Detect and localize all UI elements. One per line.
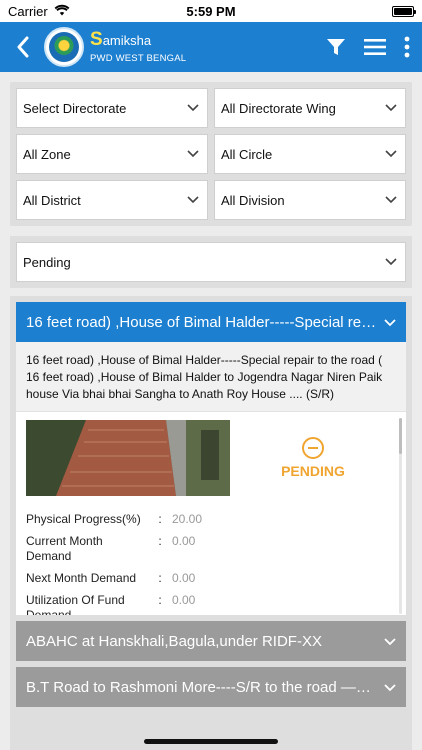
district-select[interactable]: All District [16,180,208,220]
stat-label: Next Month Demand [26,571,137,585]
stat-row: Utilization Of Fund Demand : 0.00 [26,593,396,615]
status-filter-panel: Pending [10,236,412,288]
filter-button[interactable] [326,38,346,56]
chevron-down-icon [384,679,396,696]
home-indicator [144,739,278,744]
minus-circle-icon [302,437,324,459]
status-bar: Carrier 5:59 PM [0,0,422,22]
back-button[interactable] [10,27,36,67]
project-detail-card: PENDING Physical Progress(%) : 20.00 Cur… [16,411,406,615]
stat-value: 0.00 [172,534,196,548]
project-title: 16 feet road) ,House of Bimal Halder----… [26,313,377,331]
project-stats: Physical Progress(%) : 20.00 Current Mon… [26,512,396,615]
brand-subtitle: PWD WEST BENGAL [90,53,187,65]
directorate-select[interactable]: Select Directorate [16,88,208,128]
filter-icon [327,39,345,55]
back-arrow-icon [17,36,29,58]
chevron-down-icon [385,196,397,204]
stat-row: Current Month Demand : 0.00 [26,534,196,563]
more-vertical-icon [404,36,410,58]
project-title: B.T Road to Rashmoni More----S/R to the … [26,678,371,696]
chevron-down-icon [384,633,396,650]
stat-value: 20.00 [172,512,203,526]
directorate-select-value: Select Directorate [23,100,127,116]
chevron-down-icon [385,104,397,112]
circle-select[interactable]: All Circle [214,134,406,174]
status-select[interactable]: Pending [16,242,406,282]
stat-row: Next Month Demand : 0.00 [26,571,196,585]
brand-letter: S [90,29,103,51]
app-header: S amiksha PWD WEST BENGAL [0,22,422,72]
chevron-down-icon [187,104,199,112]
stat-value: 0.00 [172,571,196,585]
project-description: 16 feet road) ,House of Bimal Halder----… [16,342,406,411]
status-label: PENDING [281,463,345,479]
status-select-value: Pending [23,254,71,270]
status-left: Carrier [8,4,70,19]
chevron-down-icon [385,258,397,266]
project-photo[interactable] [26,420,230,496]
stat-row: Physical Progress(%) : 20.00 [26,512,203,526]
division-select-value: All Division [221,192,285,208]
project-title: ABAHC at Hanskhali,Bagula,under RIDF-XX [26,632,322,650]
stat-label: Current Month Demand [26,534,103,563]
project-list: 16 feet road) ,House of Bimal Halder----… [10,296,412,750]
zone-select-value: All Zone [23,146,71,162]
wing-select[interactable]: All Directorate Wing [214,88,406,128]
chevron-down-icon [187,196,199,204]
filter-panel: Select Directorate All Directorate Wing … [10,82,412,226]
zone-select[interactable]: All Zone [16,134,208,174]
wing-select-value: All Directorate Wing [221,100,336,116]
menu-button[interactable] [364,38,386,56]
wifi-icon [54,4,70,19]
menu-icon [364,39,386,55]
district-select-value: All District [23,192,81,208]
brand: S amiksha PWD WEST BENGAL [90,30,186,64]
circle-select-value: All Circle [221,146,273,162]
header-actions [326,36,414,58]
project-header-collapsed[interactable]: B.T Road to Rashmoni More----S/R to the … [16,667,406,707]
app-logo [44,27,84,67]
project-header-collapsed[interactable]: ABAHC at Hanskhali,Bagula,under RIDF-XX [16,621,406,661]
brand-name: amiksha [102,33,152,49]
stat-value: 0.00 [172,593,196,607]
chevron-down-icon [385,150,397,158]
battery-icon [392,5,416,17]
chevron-down-icon [384,314,396,331]
more-button[interactable] [404,36,410,58]
project-header-expanded[interactable]: 16 feet road) ,House of Bimal Halder----… [16,302,406,342]
stat-label: Physical Progress(%) [26,512,141,526]
chevron-down-icon [187,150,199,158]
status-indicator: PENDING [230,420,396,496]
stat-label: Utilization Of Fund Demand [26,593,125,615]
carrier-label: Carrier [8,3,48,19]
card-scrollbar[interactable] [399,418,402,614]
division-select[interactable]: All Division [214,180,406,220]
